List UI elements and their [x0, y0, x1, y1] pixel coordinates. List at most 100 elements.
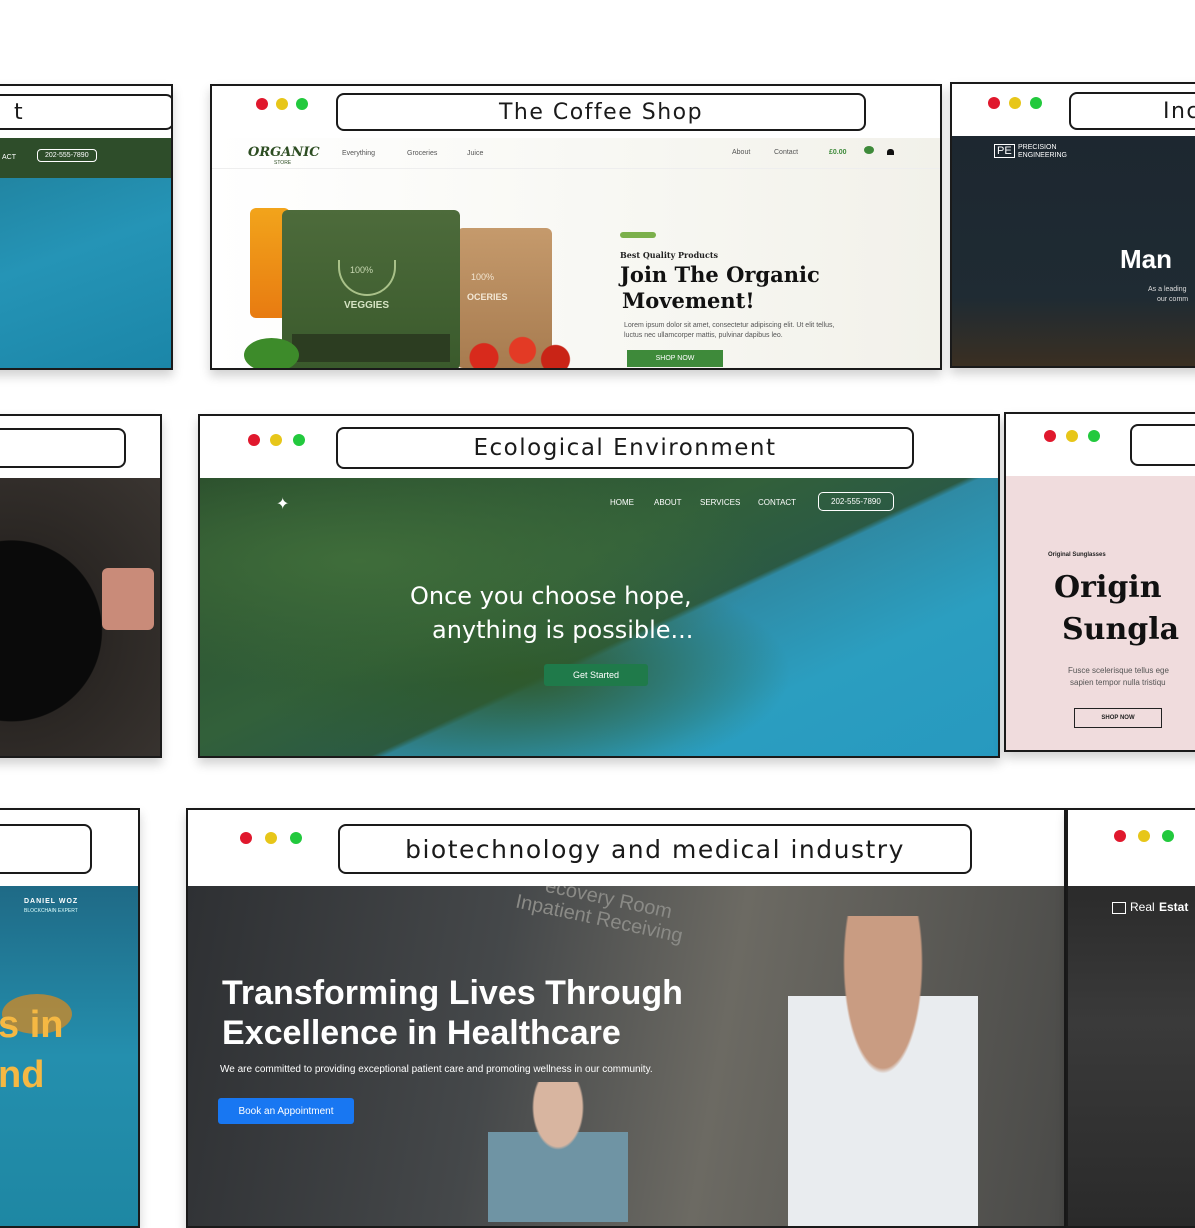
maximize-dot[interactable] — [1162, 830, 1174, 842]
nav-item-home[interactable]: HOME — [610, 498, 634, 507]
leaf-icon — [620, 232, 656, 238]
window-title: biotechnology and medical industry — [405, 834, 905, 864]
organic-store-page: ORGANIC STORE Everything Groceries Juice… — [212, 138, 940, 368]
book-appointment-label: Book an Appointment — [238, 1105, 334, 1117]
medical-hero: ecovery Room Inpatient Receiving Transfo… — [188, 886, 1064, 1226]
book-appointment-button[interactable]: Book an Appointment — [218, 1098, 354, 1124]
get-started-button[interactable]: Get Started — [544, 664, 648, 686]
close-dot[interactable] — [240, 832, 252, 844]
window-titlebar — [1068, 810, 1195, 888]
window-title: t — [14, 99, 25, 125]
body-line-1: Fusce scelerisque tellus ege — [1068, 666, 1169, 675]
title-pill — [0, 428, 126, 468]
maximize-dot[interactable] — [290, 832, 302, 844]
window-left-bottom: DANIEL WOZ BLOCKCHAIN EXPERT s in nd — [0, 808, 140, 1228]
window-left-top: t ACT 202-555-7890 — [0, 84, 173, 370]
close-dot[interactable] — [1114, 830, 1126, 842]
body-line-2: luctus nec ullamcorper mattis, pulvinar … — [624, 332, 783, 339]
window-titlebar — [0, 810, 138, 888]
shop-now-button[interactable]: SHOP NOW — [627, 350, 723, 367]
maximize-dot[interactable] — [1030, 97, 1042, 109]
minimize-dot[interactable] — [1009, 97, 1021, 109]
maximize-dot[interactable] — [1088, 430, 1100, 442]
body-line-1: Lorem ipsum dolor sit amet, consectetur … — [624, 322, 835, 329]
close-dot[interactable] — [248, 434, 260, 446]
cart-total[interactable]: £0.00 — [829, 149, 847, 156]
nav-item-about[interactable]: About — [732, 149, 750, 156]
title-pill: biotechnology and medical industry — [338, 824, 972, 874]
window-title: Inc — [1163, 98, 1195, 124]
lake-hero: ACT 202-555-7890 — [0, 138, 171, 368]
nav-item-groceries[interactable]: Groceries — [407, 150, 437, 157]
title-pill — [1130, 424, 1195, 466]
close-dot[interactable] — [1044, 430, 1056, 442]
logo-line-2: ENGINEERING — [1018, 152, 1068, 159]
minimize-dot[interactable] — [270, 434, 282, 446]
bird-logo-icon[interactable]: ✦ — [276, 494, 289, 514]
minimize-dot[interactable] — [1138, 830, 1150, 842]
headline-line-1: Join The Organic — [620, 262, 820, 287]
minimize-dot[interactable] — [265, 832, 277, 844]
window-title: The Coffee Shop — [498, 99, 704, 125]
engineering-hero: PE PRECISION ENGINEERING Man As a leadin… — [952, 136, 1195, 366]
cart-icon[interactable] — [864, 146, 874, 154]
phone-button[interactable]: 202-555-7890 — [818, 492, 894, 511]
headline-line-2: Sungla — [1062, 612, 1180, 647]
maximize-dot[interactable] — [296, 98, 308, 110]
maximize-dot[interactable] — [293, 434, 305, 446]
phone-button[interactable]: 202-555-7890 — [37, 149, 97, 162]
minimize-dot[interactable] — [1066, 430, 1078, 442]
body-line-1: As a leading — [1148, 286, 1187, 293]
get-started-label: Get Started — [572, 670, 620, 680]
body-line-2: sapien tempor nulla tristiqu — [1070, 678, 1166, 687]
nav-item-everything[interactable]: Everything — [342, 150, 375, 157]
window-right-bottom: Real Estat — [1066, 808, 1195, 1228]
logo[interactable]: ORGANIC — [248, 145, 320, 160]
logo-mark[interactable]: PE — [994, 144, 1015, 158]
bag-label: OCERIES — [467, 292, 508, 302]
window-titlebar: Ecological Environment — [200, 416, 998, 480]
doctor-figure — [788, 916, 978, 1226]
real-estate-hero: Real Estat — [1068, 886, 1195, 1226]
nav-item-services[interactable]: SERVICES — [700, 498, 740, 507]
dark-food-hero — [0, 478, 160, 756]
logo-part-2[interactable]: Estat — [1159, 900, 1188, 914]
nav-item-contact[interactable]: Contact — [774, 149, 798, 156]
blockchain-hero: DANIEL WOZ BLOCKCHAIN EXPERT s in nd — [0, 886, 138, 1226]
logo-part-1[interactable]: Real — [1130, 900, 1155, 914]
logo-line-1: PRECISION — [1018, 144, 1057, 151]
window-titlebar: Inc — [952, 84, 1195, 138]
nav-item-contact[interactable]: ACT — [2, 154, 16, 161]
window-titlebar: biotechnology and medical industry — [188, 810, 1064, 888]
green-bag: 100% VEGGIES — [282, 210, 460, 368]
site-header: ORGANIC STORE Everything Groceries Juice… — [212, 138, 940, 169]
window-ecological: Ecological Environment ✦ HOME ABOUT SERV… — [198, 414, 1000, 758]
window-right-top: Inc PE PRECISION ENGINEERING Man As a le… — [950, 82, 1195, 368]
user-icon[interactable] — [887, 149, 894, 155]
window-left-mid — [0, 414, 162, 758]
eyebrow: Best Quality Products — [620, 250, 719, 260]
shop-now-label: SHOP NOW — [655, 355, 695, 362]
headline-line-1: Origin — [1054, 570, 1162, 605]
ecological-hero: ✦ HOME ABOUT SERVICES CONTACT 202-555-78… — [200, 478, 998, 756]
nav-item-juice[interactable]: Juice — [467, 150, 483, 157]
shop-now-label: SHOP NOW — [1101, 715, 1135, 721]
window-medical: biotechnology and medical industry ecove… — [186, 808, 1066, 1228]
headline: Man — [1120, 244, 1172, 274]
minimize-dot[interactable] — [276, 98, 288, 110]
shop-now-button[interactable]: SHOP NOW — [1074, 708, 1162, 728]
nav-item-contact[interactable]: CONTACT — [758, 498, 796, 507]
nav-item-about[interactable]: ABOUT — [654, 498, 682, 507]
bag-badge: 100% — [350, 265, 374, 275]
headline-line-2: Excellence in Healthcare — [222, 1014, 621, 1052]
building-icon — [1112, 902, 1126, 914]
basil — [244, 338, 299, 368]
close-dot[interactable] — [988, 97, 1000, 109]
title-pill — [0, 824, 92, 874]
author-role: BLOCKCHAIN EXPERT — [24, 908, 78, 914]
window-titlebar — [1006, 414, 1195, 478]
nurse-figure — [488, 1082, 628, 1222]
window-title: Ecological Environment — [473, 435, 777, 461]
close-dot[interactable] — [256, 98, 268, 110]
headline-line-2: anything is possible... — [432, 616, 694, 644]
